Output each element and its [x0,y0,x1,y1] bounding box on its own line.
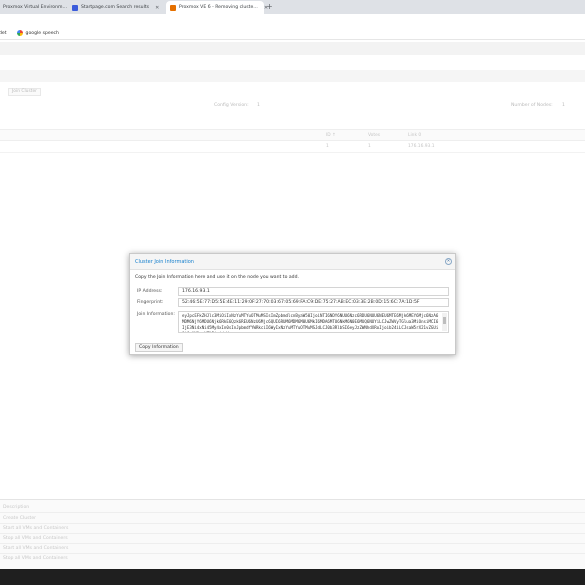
divider [0,533,585,534]
number-of-nodes-value: 1 [562,103,565,108]
proxmox-icon [170,4,176,11]
scrollbar-thumb[interactable] [443,317,446,324]
startpage-icon [72,4,78,11]
join-information-text: eyJpcEFkZHJlc3MiOiIxNzYuMTYuOTMuMSIsImZp… [182,313,439,332]
column-header-votes[interactable]: Votes [368,133,380,138]
fingerprint-field[interactable]: 52:46:5E:77:D5:5E:4E:11:29:0F:27:70:03:6… [178,298,449,307]
task-item[interactable]: Start all VMs and Containers [3,546,68,551]
task-item[interactable]: Stop all VMs and Containers [3,556,68,561]
new-tab-button[interactable]: + [266,2,273,11]
cluster-nodes-grid-header: ID ↑ Votes Link 0 [0,129,585,141]
task-log-panel: Description Create Cluster Start all VMs… [0,499,585,569]
cell-id: 1 [326,144,329,149]
close-icon[interactable]: ✕ [445,258,452,265]
column-header-link0[interactable]: Link 0 [408,133,421,138]
browser-toolbar [0,14,585,27]
ip-address-field[interactable]: 176.16.93.1 [178,287,449,296]
divider [0,553,585,554]
browser-tab-startpage[interactable]: Startpage.com Search results ✕ [68,1,164,14]
close-tab-icon[interactable]: ✕ [155,5,159,11]
task-item[interactable]: Start all VMs and Containers [3,526,68,531]
cluster-join-information-dialog: Cluster Join Information ✕ Copy the Join… [129,253,456,355]
bookmark-label: google speech [25,30,59,36]
cell-link0: 176.16.93.1 [408,144,435,149]
divider [0,543,585,544]
task-item[interactable]: Create Cluster [3,516,36,521]
bookmarks-bar: det google speech [0,27,585,40]
config-version-label: Config Version: [214,103,249,108]
task-item[interactable]: Stop all VMs and Containers [3,536,68,541]
cell-votes: 1 [368,144,371,149]
config-version-value: 1 [257,103,260,108]
join-information-textarea[interactable]: eyJpcEFkZHJlc3MiOiIxNzYuMTYuOTMuMSIsImZp… [178,311,449,333]
panel-toolbar [0,70,585,82]
os-taskbar [0,569,585,585]
browser-tab-proxmox[interactable]: Proxmox Virtual Environm… ✕ [0,1,77,14]
scrollbar[interactable] [442,313,447,331]
dialog-description: Copy the Join Information here and use i… [135,275,299,280]
number-of-nodes-label: Number of Nodes: [511,103,553,108]
header-bar [0,42,585,55]
copy-information-button[interactable]: Copy Information [135,343,183,352]
dialog-title: Cluster Join Information [135,259,194,265]
task-header-description: Description [3,505,30,510]
divider [0,523,585,524]
divider [0,512,585,513]
ip-address-label: IP Address: [137,289,163,294]
bookmark-label: det [0,30,7,36]
column-header-id[interactable]: ID ↑ [326,133,336,138]
tab-label: Proxmox VE 6 - Removing cluste… [179,5,258,10]
tab-label: Startpage.com Search results [81,5,150,10]
tab-label: Proxmox Virtual Environm… [3,5,68,10]
fingerprint-label: Fingerprint: [137,300,164,305]
browser-tab-active[interactable]: Proxmox VE 6 - Removing cluste… ✕ [166,1,268,14]
bookmark-google-speech[interactable]: google speech [16,30,59,36]
join-cluster-button[interactable]: Join Cluster [8,88,41,96]
bookmark-det[interactable]: det [0,31,7,36]
google-icon [16,30,23,36]
dialog-title-bar: Cluster Join Information ✕ [130,254,455,270]
row-divider [0,152,585,153]
join-information-label: Join Information: [137,312,175,317]
browser-tab-bar: Proxmox Virtual Environm… ✕ Startpage.co… [0,0,585,14]
